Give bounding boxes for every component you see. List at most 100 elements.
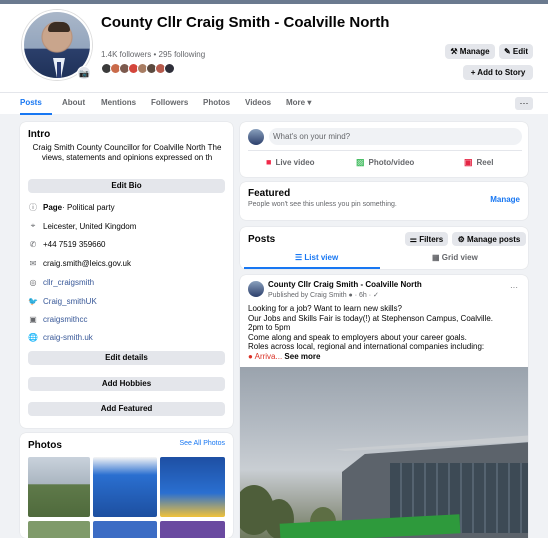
live-video-button[interactable]: ■ Live video bbox=[266, 157, 315, 167]
linkedin-link[interactable]: craigsmithcc bbox=[43, 315, 87, 324]
edit-bio-button[interactable]: Edit Bio bbox=[28, 179, 225, 193]
filters-button[interactable]: ⚌ Filters bbox=[405, 232, 448, 246]
photos-title: Photos bbox=[28, 440, 62, 451]
see-more-link[interactable]: See more bbox=[284, 352, 320, 361]
add-to-story-button[interactable]: + Add to Story bbox=[463, 65, 533, 80]
post: County Cllr Craig Smith - Coalville Nort… bbox=[240, 275, 528, 538]
post-line: Come along and speak to employers about … bbox=[248, 332, 467, 342]
website-row[interactable]: 🌐 craig-smith.uk bbox=[28, 332, 93, 342]
tab-videos[interactable]: Videos bbox=[245, 98, 271, 107]
email-icon: ✉ bbox=[29, 258, 37, 268]
photo-video-button[interactable]: ▨ Photo/video bbox=[356, 157, 414, 168]
photo-thumbnail[interactable] bbox=[93, 521, 157, 538]
linkedin-icon: ▣ bbox=[29, 314, 37, 324]
follower-avatars[interactable] bbox=[101, 63, 175, 74]
composer-divider bbox=[248, 150, 522, 151]
post-options-button[interactable]: ··· bbox=[510, 283, 518, 292]
intro-card: Intro Craig Smith County Councillor for … bbox=[20, 122, 233, 428]
active-tab-indicator bbox=[20, 113, 52, 115]
photo-thumbnail[interactable] bbox=[28, 521, 90, 538]
featured-manage-link[interactable]: Manage bbox=[490, 195, 520, 204]
post-text: Looking for a job? Want to learn new ski… bbox=[248, 304, 522, 361]
photo-thumbnail[interactable] bbox=[160, 521, 225, 538]
globe-icon: 🌐 bbox=[28, 332, 38, 342]
twitter-row[interactable]: 🐦 Craig_smithUK bbox=[28, 296, 97, 306]
email-text: craig.smith@leics.gov.uk bbox=[43, 258, 131, 268]
camera-icon[interactable]: 📷 bbox=[77, 66, 91, 80]
tab-posts[interactable]: Posts bbox=[20, 98, 42, 107]
tab-photos[interactable]: Photos bbox=[203, 98, 230, 107]
avatar-hair bbox=[48, 22, 70, 32]
post-author[interactable]: County Cllr Craig Smith - Coalville Nort… bbox=[268, 280, 422, 289]
tab-followers[interactable]: Followers bbox=[151, 98, 188, 107]
featured-title: Featured bbox=[248, 188, 291, 199]
post-composer: What's on your mind? ■ Live video ▨ Phot… bbox=[240, 122, 528, 177]
twitter-icon: 🐦 bbox=[28, 296, 38, 306]
website-link[interactable]: craig-smith.uk bbox=[43, 333, 93, 342]
manage-posts-button[interactable]: ⚙ Manage posts bbox=[452, 232, 526, 246]
post-image[interactable] bbox=[240, 367, 528, 538]
edit-button[interactable]: ✎ Edit bbox=[499, 44, 533, 59]
page-header: 📷 County Cllr Craig Smith - Coalville No… bbox=[0, 4, 548, 92]
posts-title: Posts bbox=[248, 234, 276, 245]
reel-button[interactable]: ▣ Reel bbox=[464, 157, 493, 168]
tab-mentions[interactable]: Mentions bbox=[101, 98, 136, 107]
avatar[interactable] bbox=[248, 281, 264, 297]
live-video-icon: ■ bbox=[266, 157, 272, 167]
photo-icon: ▨ bbox=[356, 157, 365, 167]
active-view-indicator bbox=[244, 267, 380, 269]
post-line: 2pm to 5pm bbox=[248, 323, 291, 332]
featured-subtitle: People won't see this unless you pin som… bbox=[248, 201, 397, 208]
list-view-tab[interactable]: ☰ List view bbox=[295, 253, 338, 262]
edit-details-button[interactable]: Edit details bbox=[28, 351, 225, 365]
see-all-photos-link[interactable]: See All Photos bbox=[179, 440, 225, 447]
post-line: ● Arriva... See more bbox=[248, 352, 522, 362]
photo-thumbnail[interactable] bbox=[93, 457, 157, 517]
twitter-link[interactable]: Craig_smithUK bbox=[43, 297, 97, 306]
manage-button[interactable]: ⚒ Manage bbox=[445, 44, 495, 59]
add-featured-button[interactable]: Add Featured bbox=[28, 402, 225, 416]
location-pin-icon: ⌖ bbox=[30, 221, 36, 230]
post-line: Looking for a job? Want to learn new ski… bbox=[248, 304, 403, 313]
phone-row: ✆ +44 7519 359660 bbox=[28, 239, 106, 249]
post-meta: Published by Craig Smith ● · 6h · ✓ bbox=[268, 292, 379, 299]
reel-label: Reel bbox=[476, 158, 494, 167]
instagram-link[interactable]: cllr_craigsmith bbox=[43, 278, 94, 287]
photo-video-label: Photo/video bbox=[368, 158, 415, 167]
post-line: Roles across local, regional and interna… bbox=[248, 342, 485, 351]
photo-thumbnail[interactable] bbox=[160, 457, 225, 517]
add-hobbies-button[interactable]: Add Hobbies bbox=[28, 377, 225, 391]
intro-title: Intro bbox=[28, 129, 51, 140]
linkedin-row[interactable]: ▣ craigsmithcc bbox=[28, 314, 87, 324]
live-video-label: Live video bbox=[275, 157, 315, 167]
phone-text: +44 7519 359660 bbox=[43, 239, 106, 249]
location-row: ⌖ Leicester, United Kingdom bbox=[28, 221, 137, 231]
instagram-row[interactable]: ◎ cllr_craigsmith bbox=[28, 277, 95, 287]
page-type-label: Page bbox=[43, 202, 63, 212]
followers-count[interactable]: 1.4K followers • 295 following bbox=[101, 50, 205, 59]
follower-avatar bbox=[164, 63, 175, 74]
instagram-icon: ◎ bbox=[29, 277, 37, 287]
page-type-row: ⓘ Page · Political party bbox=[28, 202, 115, 212]
whats-on-your-mind-input[interactable]: What's on your mind? bbox=[269, 128, 522, 145]
avatar[interactable] bbox=[248, 129, 264, 145]
page-tabs: Posts About Mentions Followers Photos Vi… bbox=[0, 92, 548, 115]
post-line: Our Jobs and Skills Fair is today(!) at … bbox=[248, 313, 493, 323]
more-options-button[interactable]: ··· bbox=[515, 97, 533, 110]
phone-icon: ✆ bbox=[29, 239, 37, 249]
featured-card: Featured People won't see this unless yo… bbox=[240, 182, 528, 220]
post-last-line: ● Arriva... bbox=[248, 351, 285, 361]
tab-more[interactable]: More ▾ bbox=[286, 98, 311, 107]
email-row: ✉ craig.smith@leics.gov.uk bbox=[28, 258, 131, 268]
page-type-value: · Political party bbox=[62, 202, 115, 212]
reel-icon: ▣ bbox=[464, 157, 473, 167]
photo-thumbnail[interactable] bbox=[28, 457, 90, 517]
intro-bio: Craig Smith County Councillor for Coalvi… bbox=[32, 143, 222, 162]
photos-card: Photos See All Photos bbox=[20, 433, 233, 538]
location-text: Leicester, United Kingdom bbox=[43, 221, 137, 231]
page-name: County Cllr Craig Smith - Coalville Nort… bbox=[101, 14, 390, 31]
info-icon: ⓘ bbox=[29, 202, 37, 212]
tab-about[interactable]: About bbox=[62, 98, 85, 107]
avatar-tie bbox=[57, 62, 61, 78]
grid-view-tab[interactable]: ▦ Grid view bbox=[432, 253, 478, 262]
